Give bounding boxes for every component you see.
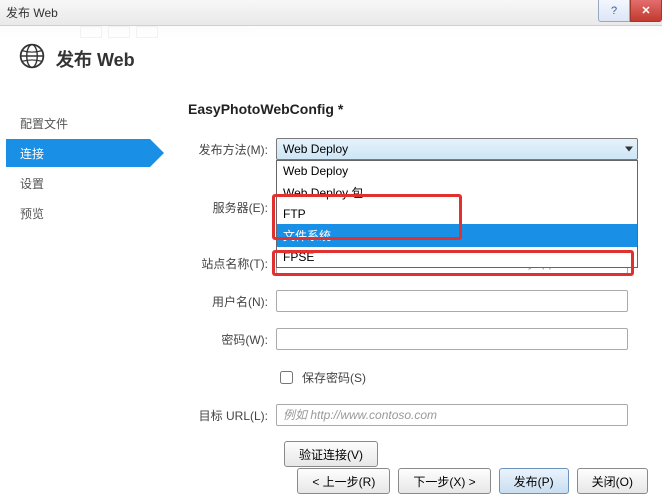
- dest-url-input[interactable]: [276, 404, 628, 426]
- publish-method-combo[interactable]: Web Deploy: [276, 138, 638, 160]
- nav-label: 设置: [20, 175, 44, 192]
- label-password: 密码(W):: [188, 331, 276, 348]
- nav-label: 预览: [20, 205, 44, 222]
- dialog-title: 发布 Web: [56, 46, 135, 72]
- window-titlebar: 发布 Web ? ✕: [0, 0, 662, 26]
- window-controls: ? ✕: [598, 0, 662, 24]
- nav-label: 配置文件: [20, 115, 68, 132]
- dialog-body: 配置文件 连接 设置 预览 EasyPhotoWebConfig * 发布方法(…: [0, 89, 662, 481]
- nav-label: 连接: [20, 145, 44, 162]
- row-password: 密码(W):: [188, 327, 638, 351]
- option-fpse[interactable]: FPSE: [277, 247, 637, 267]
- option-web-deploy[interactable]: Web Deploy: [277, 161, 637, 181]
- nav-connection[interactable]: 连接: [6, 139, 150, 167]
- window-title: 发布 Web: [6, 4, 58, 21]
- nav-profile[interactable]: 配置文件: [6, 109, 150, 137]
- next-button[interactable]: 下一步(X) >: [398, 468, 490, 494]
- row-publish-method: 发布方法(M): Web Deploy Web Deploy Web Deplo…: [188, 137, 638, 161]
- publish-button[interactable]: 发布(P): [499, 468, 569, 494]
- label-dest-url: 目标 URL(L):: [188, 407, 276, 424]
- combo-selected-text: Web Deploy: [283, 142, 348, 156]
- row-validate: 验证连接(V): [188, 441, 638, 467]
- password-input[interactable]: [276, 328, 628, 350]
- field-publish-method: Web Deploy Web Deploy Web Deploy 包 FTP 文…: [276, 138, 638, 160]
- nav-preview[interactable]: 预览: [6, 199, 150, 227]
- prev-button[interactable]: < 上一步(R): [297, 468, 390, 494]
- wizard-footer: < 上一步(R) 下一步(X) > 发布(P) 关闭(O): [297, 468, 648, 494]
- chevron-down-icon: [625, 147, 633, 152]
- row-username: 用户名(N):: [188, 289, 638, 313]
- save-password-checkbox[interactable]: [280, 371, 293, 384]
- help-button[interactable]: ?: [598, 0, 630, 22]
- option-ftp[interactable]: FTP: [277, 204, 637, 224]
- profile-name: EasyPhotoWebConfig *: [188, 101, 638, 117]
- label-save-password: 保存密码(S): [302, 369, 366, 386]
- label-username: 用户名(N):: [188, 293, 276, 310]
- validate-connection-button[interactable]: 验证连接(V): [284, 441, 378, 467]
- background-tab-strip: [0, 26, 662, 38]
- nav-settings[interactable]: 设置: [6, 169, 150, 197]
- close-button-footer[interactable]: 关闭(O): [577, 468, 648, 494]
- publish-method-dropdown: Web Deploy Web Deploy 包 FTP 文件系统 FPSE: [276, 160, 638, 268]
- form-panel: EasyPhotoWebConfig * 发布方法(M): Web Deploy…: [150, 89, 662, 481]
- row-save-password: 保存密码(S): [188, 365, 638, 389]
- option-file-system[interactable]: 文件系统: [277, 224, 637, 247]
- row-dest-url: 目标 URL(L):: [188, 403, 638, 427]
- label-publish-method: 发布方法(M):: [188, 141, 276, 158]
- close-button[interactable]: ✕: [630, 0, 662, 22]
- option-web-deploy-package[interactable]: Web Deploy 包: [277, 181, 637, 204]
- label-site-name: 站点名称(T):: [188, 255, 276, 272]
- wizard-sidebar: 配置文件 连接 设置 预览: [0, 89, 150, 481]
- username-input[interactable]: [276, 290, 628, 312]
- globe-icon: [18, 42, 46, 75]
- label-server: 服务器(E):: [188, 199, 276, 216]
